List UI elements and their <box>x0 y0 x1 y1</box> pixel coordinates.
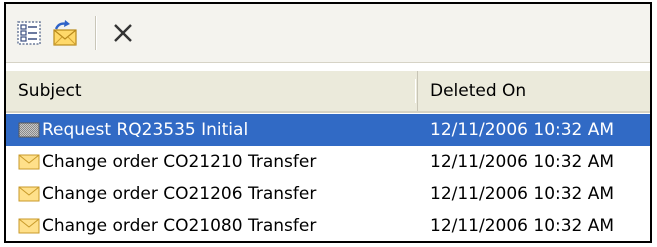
delete-x-icon <box>114 24 132 42</box>
message-deleted-on: 12/11/2006 10:32 AM <box>430 120 615 140</box>
column-header-deleted-on[interactable]: Deleted On <box>418 71 650 111</box>
list-item[interactable]: Change order CO21210 Transfer 12/11/2006… <box>6 146 650 178</box>
column-header-subject[interactable]: Subject <box>6 71 418 111</box>
toolbar <box>6 4 650 63</box>
delete-button[interactable] <box>108 18 138 48</box>
categorize-button[interactable] <box>14 18 44 48</box>
column-header: Subject Deleted On <box>6 71 650 113</box>
toolbar-separator <box>95 16 97 50</box>
message-subject: Change order CO21206 Transfer <box>42 184 317 204</box>
deleted-items-panel: Subject Deleted On Request RQ23535 Initi… <box>4 2 652 243</box>
envelope-icon <box>18 186 40 202</box>
message-subject: Request RQ23535 Initial <box>42 120 249 140</box>
restore-mail-icon <box>53 20 77 46</box>
request-icon <box>18 122 40 138</box>
list-item[interactable]: Request RQ23535 Initial 12/11/2006 10:32… <box>6 114 650 146</box>
list-item[interactable]: Change order CO21080 Transfer 12/11/2006… <box>6 210 650 241</box>
message-subject: Change order CO21080 Transfer <box>42 216 317 236</box>
message-deleted-on: 12/11/2006 10:32 AM <box>430 152 615 172</box>
message-list: Request RQ23535 Initial 12/11/2006 10:32… <box>6 114 650 241</box>
restore-button[interactable] <box>50 18 80 48</box>
message-deleted-on: 12/11/2006 10:32 AM <box>430 216 615 236</box>
categorize-icon <box>17 21 41 45</box>
message-deleted-on: 12/11/2006 10:32 AM <box>430 184 615 204</box>
envelope-icon <box>18 218 40 234</box>
envelope-icon <box>18 154 40 170</box>
message-subject: Change order CO21210 Transfer <box>42 152 317 172</box>
list-item[interactable]: Change order CO21206 Transfer 12/11/2006… <box>6 178 650 210</box>
